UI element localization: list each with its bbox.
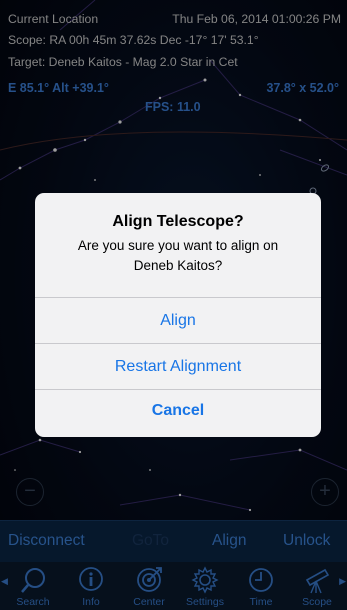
dialog-title: Align Telescope? (112, 213, 244, 230)
dialog-message: Are you sure you want to align on Deneb … (77, 238, 279, 273)
restart-alignment-button[interactable]: Restart Alignment (35, 343, 321, 389)
align-button[interactable]: Align (35, 297, 321, 343)
cancel-button[interactable]: Cancel (35, 389, 321, 437)
align-telescope-dialog: Align Telescope? Are you sure you want t… (35, 193, 321, 437)
